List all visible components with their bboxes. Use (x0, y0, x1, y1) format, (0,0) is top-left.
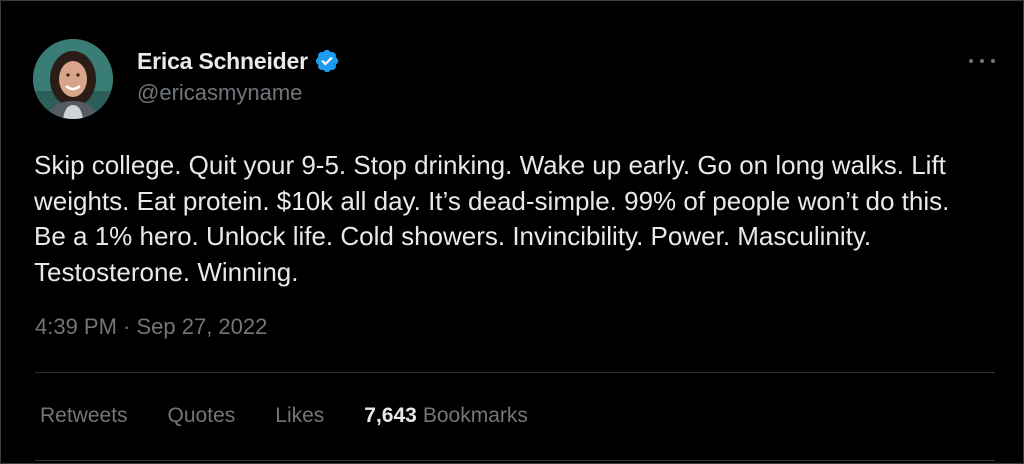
engagement-stats: Retweets Quotes Likes 7,643 Bookmarks (40, 404, 568, 428)
retweets-label: Retweets (40, 404, 128, 427)
tweet-timestamp[interactable]: 4:39 PM · Sep 27, 2022 (35, 314, 267, 340)
avatar[interactable] (33, 39, 113, 119)
avatar-image (33, 39, 113, 119)
display-name-row: Erica Schneider (137, 47, 340, 75)
quotes-label: Quotes (167, 404, 236, 427)
divider (35, 372, 995, 373)
bookmarks-stat[interactable]: 7,643 Bookmarks (364, 404, 528, 428)
display-name[interactable]: Erica Schneider (137, 48, 308, 75)
likes-label: Likes (275, 404, 325, 427)
divider (35, 460, 995, 461)
tweet-header: Erica Schneider @ericasmyname (33, 37, 999, 123)
author-row: Erica Schneider @ericasmyname (33, 37, 999, 123)
bookmarks-label: Bookmarks (422, 404, 528, 427)
likes-stat[interactable]: Likes (275, 404, 324, 428)
author-names: Erica Schneider @ericasmyname (137, 47, 340, 106)
more-options-icon[interactable] (965, 49, 999, 73)
bookmarks-count: 7,643 (364, 404, 417, 427)
tweet-frame: Erica Schneider @ericasmyname Skip colle… (0, 0, 1024, 464)
verified-badge-icon (314, 48, 340, 74)
retweets-stat[interactable]: Retweets (40, 404, 128, 428)
tweet-text: Skip college. Quit your 9-5. Stop drinki… (34, 150, 950, 287)
author-handle[interactable]: @ericasmyname (137, 80, 340, 106)
quotes-stat[interactable]: Quotes (168, 404, 236, 428)
